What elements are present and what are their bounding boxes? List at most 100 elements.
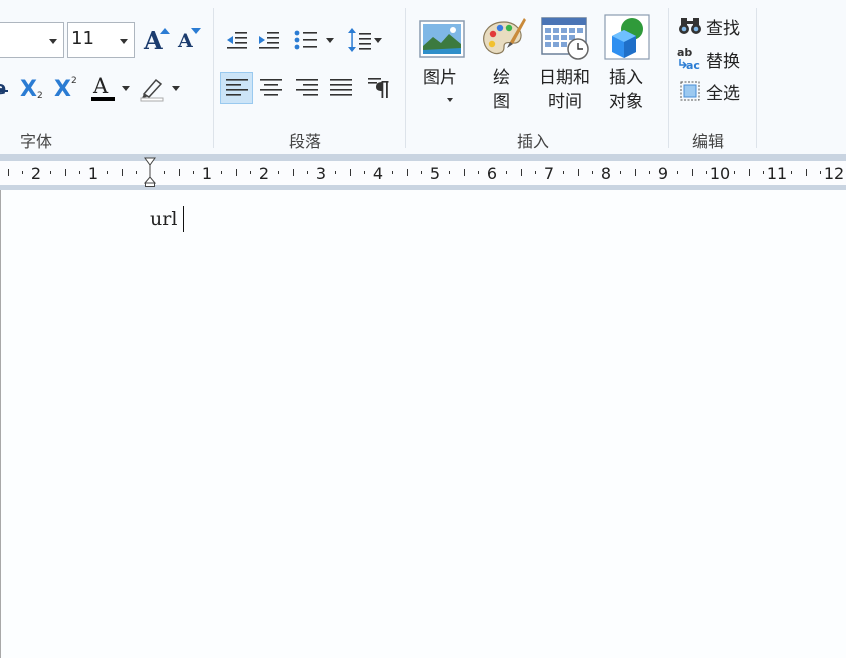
chevron-down-icon[interactable] [120, 39, 128, 44]
font-color-button[interactable]: A [90, 74, 132, 104]
ruler-marks: 2 1 1 2 3 4 5 6 7 8 9 10 11 12 [0, 161, 846, 185]
chevron-down-icon[interactable] [172, 86, 180, 91]
horizontal-ruler[interactable]: 2 1 1 2 3 4 5 6 7 8 9 10 11 12 [0, 154, 846, 190]
ruler-tick [649, 171, 650, 174]
picture-icon [419, 20, 465, 58]
ruler-tick [136, 171, 137, 174]
ruler-number: 8 [600, 164, 612, 183]
paragraph-marks-button[interactable] [364, 72, 394, 104]
highlighter-icon [140, 78, 164, 102]
chevron-down-icon[interactable] [447, 98, 453, 102]
ruler-tick [179, 169, 180, 176]
highlight-button[interactable] [140, 74, 182, 104]
align-center-button[interactable] [256, 72, 286, 104]
datetime-label-line2: 时间 [548, 92, 582, 112]
ruler-tick [692, 169, 693, 176]
decrease-indent-button[interactable] [224, 26, 250, 54]
subscript-icon: X [20, 77, 37, 102]
ruler-number: 2 [30, 164, 42, 183]
insert-datetime-button[interactable]: 日期和 时间 [536, 14, 596, 112]
ruler-tick [364, 171, 365, 174]
grow-font-button[interactable]: A [142, 24, 170, 56]
ruler-tick [535, 171, 536, 174]
ruler-tick [164, 171, 165, 174]
ruler-number: 9 [657, 164, 669, 183]
subscript-mark: 2 [37, 91, 43, 101]
indent-marker-icon[interactable] [144, 157, 156, 187]
ruler-tick [22, 171, 23, 174]
ruler-tick [791, 171, 792, 174]
superscript-button[interactable]: X 2 [54, 76, 82, 104]
insert-object-button[interactable]: 插入 对象 [602, 14, 654, 112]
ruler-tick [521, 169, 522, 176]
ruler-tick [478, 171, 479, 174]
find-button[interactable]: 查找 [678, 12, 748, 40]
draw-label-line1: 绘 [493, 68, 510, 88]
increase-indent-icon [259, 32, 279, 49]
ruler-number: 10 [709, 164, 731, 183]
group-divider [756, 8, 757, 148]
replace-label: 替换 [706, 52, 740, 72]
font-color-icon: A [93, 74, 109, 98]
ruler-tick [806, 169, 807, 176]
ruler-tick [449, 171, 450, 174]
align-left-button[interactable] [220, 72, 253, 104]
ruler-tick [350, 169, 351, 176]
ruler-tick [734, 171, 735, 174]
select-all-button[interactable]: 全选 [678, 77, 748, 105]
pilcrow-icon [368, 78, 389, 98]
ruler-number: 5 [429, 164, 441, 183]
find-label: 查找 [706, 19, 740, 39]
align-right-button[interactable] [292, 72, 322, 104]
ruler-number: 1 [87, 164, 99, 183]
replace-button[interactable]: ab ac 替换 [677, 45, 748, 73]
document-page[interactable] [1, 190, 846, 658]
ruler-number: 12 [823, 164, 845, 183]
insert-group: 图片 绘 图 日期和 时间 插入 对象 插入 [406, 0, 668, 154]
binoculars-icon [679, 18, 701, 34]
decrease-indent-icon [227, 32, 247, 49]
ruler-tick [620, 171, 621, 174]
strikethrough-button[interactable]: e [0, 76, 12, 104]
document-text[interactable]: url [150, 208, 177, 230]
svg-text:ab: ab [677, 46, 692, 59]
subscript-button[interactable]: X 2 [20, 76, 48, 104]
ruler-tick [236, 169, 237, 176]
ruler-number: 2 [258, 164, 270, 183]
justify-button[interactable] [326, 72, 356, 104]
ruler-tick [578, 169, 579, 176]
ruler-tick [250, 171, 251, 174]
ruler-tick [421, 171, 422, 174]
chevron-down-icon[interactable] [326, 38, 334, 43]
calendar-clock-icon [541, 17, 589, 60]
font-group: 11 A A e X 2 X 2 A 字体 [0, 0, 213, 154]
bullet-list-icon [294, 30, 317, 50]
font-name-combo[interactable] [0, 22, 64, 58]
chevron-down-icon[interactable] [374, 38, 382, 43]
chevron-down-icon[interactable] [122, 86, 130, 91]
datetime-label-line1: 日期和 [539, 68, 590, 88]
svg-text:ac: ac [686, 59, 700, 71]
select-all-label: 全选 [706, 84, 740, 104]
ruler-tick [307, 171, 308, 174]
ruler-tick [506, 171, 507, 174]
text-cursor [183, 206, 184, 232]
bullet-list-button[interactable] [292, 26, 336, 54]
insert-picture-button[interactable]: 图片 [414, 14, 470, 110]
arrow-down-icon [191, 28, 201, 34]
increase-indent-button[interactable] [256, 26, 282, 54]
paragraph-group: 段落 [214, 0, 405, 154]
ruler-tick [464, 169, 465, 176]
ruler-number: 3 [315, 164, 327, 183]
ruler-number: 1 [201, 164, 213, 183]
ruler-number: 7 [543, 164, 555, 183]
ruler-tick [407, 169, 408, 176]
ruler-tick [820, 171, 821, 174]
draw-button[interactable]: 绘 图 [476, 14, 532, 112]
line-spacing-button[interactable] [346, 26, 386, 54]
shrink-font-button[interactable]: A [176, 24, 204, 56]
ruler-number: 11 [766, 164, 788, 183]
chevron-down-icon[interactable] [49, 39, 57, 44]
font-size-value: 11 [71, 28, 94, 49]
font-size-combo[interactable]: 11 [67, 22, 135, 58]
